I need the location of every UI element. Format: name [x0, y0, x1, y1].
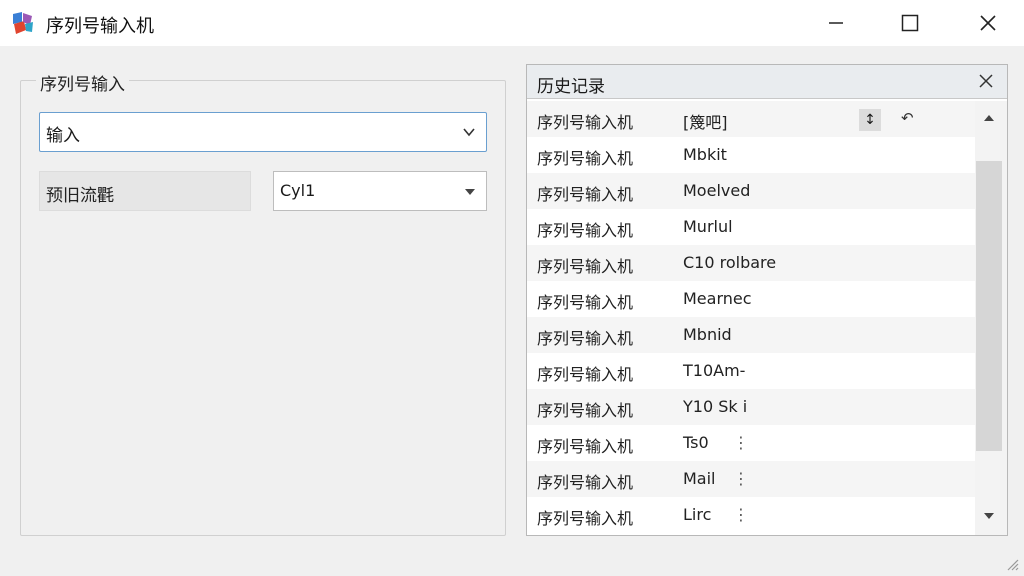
vertical-scrollbar[interactable] [975, 101, 1007, 535]
app-logo-icon [13, 12, 33, 34]
close-window-button[interactable] [960, 0, 1016, 46]
history-row[interactable]: 序列号输入机 Mail ⋮ [527, 461, 975, 497]
maximize-icon [901, 14, 919, 32]
resize-grip-icon[interactable] [1004, 556, 1020, 572]
more-options-icon[interactable]: ⋮ [733, 433, 749, 452]
history-row[interactable]: 序列号输入机 Murlul [527, 209, 975, 245]
history-row-name: 序列号输入机 [537, 329, 634, 348]
window-title: 序列号输入机 [46, 16, 154, 37]
history-row-name: 序列号输入机 [537, 401, 634, 420]
title-bar: 序列号输入机 [0, 0, 1024, 46]
scrollbar-thumb[interactable] [976, 161, 1002, 451]
history-panel: 历史记录 序列号输入机 [篾吧] ↕ ↶ 序列号输入机 Mbkit 序列号输入机… [526, 64, 1008, 536]
history-row[interactable]: 序列号输入机 Ts0 ⋮ [527, 425, 975, 461]
history-row-value: Mearnec [683, 289, 752, 308]
history-row[interactable]: 序列号输入机 T10Am- [527, 353, 975, 389]
history-row-value: Mbkit [683, 145, 727, 164]
history-row-value: Murlul [683, 217, 733, 236]
undo-icon[interactable]: ↶ [901, 109, 914, 127]
close-history-icon[interactable] [979, 74, 993, 88]
history-row-name: 序列号输入机 [537, 185, 634, 204]
dropdown-arrow-icon [465, 189, 475, 195]
history-row[interactable]: 序列号输入机 Y10 Sk i [527, 389, 975, 425]
history-row-value: Lirc [683, 505, 712, 524]
option-dropdown[interactable]: Cyl1 [273, 171, 487, 211]
history-row-value: [篾吧] [683, 113, 728, 132]
history-row-value: Moelved [683, 181, 751, 200]
history-row-name: 序列号输入机 [537, 257, 634, 276]
history-row-name: 序列号输入机 [537, 149, 634, 168]
group-title: 序列号输入 [36, 70, 129, 95]
serial-input-value: 输入 [46, 126, 80, 146]
more-options-icon[interactable]: ⋮ [733, 505, 749, 524]
option-dropdown-value: Cyl1 [280, 181, 316, 200]
scroll-down-icon[interactable] [983, 511, 995, 521]
maximize-button[interactable] [882, 0, 938, 46]
history-row[interactable]: 序列号输入机 Lirc ⋮ [527, 497, 975, 533]
field-label-box: 预旧流氍 [39, 171, 251, 211]
history-row-value: Mail [683, 469, 716, 488]
history-row[interactable]: 序列号输入机 Mbkit [527, 137, 975, 173]
history-list: 序列号输入机 [篾吧] ↕ ↶ 序列号输入机 Mbkit 序列号输入机 Moel… [527, 101, 975, 535]
history-row-name: 序列号输入机 [537, 365, 634, 384]
chevron-down-icon [463, 128, 475, 137]
history-row[interactable]: 序列号输入机 [篾吧] ↕ ↶ [527, 101, 975, 137]
history-row[interactable]: 序列号输入机 C10 rolbare [527, 245, 975, 281]
scroll-up-icon[interactable] [983, 113, 995, 123]
minimize-icon [829, 22, 843, 24]
more-options-icon[interactable]: ⋮ [733, 469, 749, 488]
history-row-value: C10 rolbare [683, 253, 777, 272]
history-header: 历史记录 [527, 65, 1007, 99]
history-row-name: 序列号输入机 [537, 437, 634, 456]
history-row-name: 序列号输入机 [537, 509, 634, 528]
history-row[interactable]: 序列号输入机 Moelved [527, 173, 975, 209]
history-row-name: 序列号输入机 [537, 221, 634, 240]
close-icon [980, 15, 996, 31]
history-row-name: 序列号输入机 [537, 293, 634, 312]
minimize-button[interactable] [808, 0, 864, 46]
history-row-name: 序列号输入机 [537, 473, 634, 492]
move-icon[interactable]: ↕ [859, 109, 881, 131]
history-row-name: 序列号输入机 [537, 113, 634, 132]
history-row-value: Ts0 [683, 433, 709, 452]
history-row-value: Mbnid [683, 325, 732, 344]
history-row-value: T10Am- [683, 361, 746, 380]
serial-input-combobox[interactable]: 输入 [39, 112, 487, 152]
history-row[interactable]: 序列号输入机 Mbnid [527, 317, 975, 353]
field-label: 预旧流氍 [46, 186, 114, 206]
history-title: 历史记录 [537, 77, 605, 97]
history-row-value: Y10 Sk i [683, 397, 748, 416]
history-row[interactable]: 序列号输入机 Mearnec [527, 281, 975, 317]
